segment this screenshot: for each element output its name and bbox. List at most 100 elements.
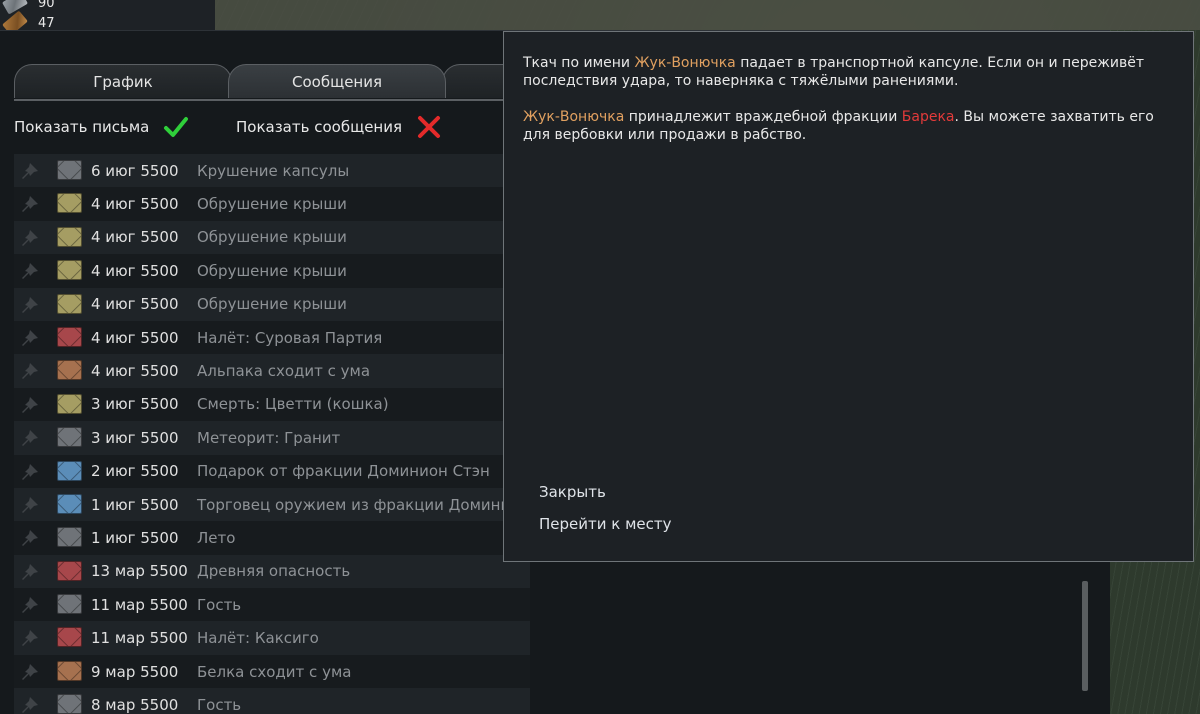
letter-row[interactable]: 1 июг 5500 Лето	[14, 521, 530, 555]
scrollbar[interactable]	[1082, 581, 1088, 691]
pin-icon[interactable]	[18, 328, 40, 348]
show-letters-toggle[interactable]: Показать письма	[14, 114, 189, 140]
tab-divider	[14, 99, 504, 101]
envelope-icon	[57, 527, 82, 548]
letter-text: принадлежит враждебной фракции	[624, 109, 902, 125]
tab-messages[interactable]: Сообщения	[228, 64, 446, 98]
envelope-icon	[57, 660, 82, 681]
letter-title: Обрушение крыши	[197, 228, 347, 247]
pawn-name: Жук-Вонючка	[634, 55, 736, 71]
envelope-icon	[57, 226, 82, 247]
letter-date: 8 мар 5500	[91, 695, 179, 714]
envelope-icon	[57, 393, 82, 414]
envelope-icon	[57, 460, 82, 481]
pin-icon[interactable]	[18, 194, 40, 214]
letter-row[interactable]: 9 мар 5500 Белка сходит с ума	[14, 654, 530, 689]
pin-icon[interactable]	[18, 161, 40, 181]
letter-title: Гость	[197, 595, 242, 614]
show-letters-label: Показать письма	[14, 118, 150, 136]
letter-title: Смерть: Цветти (кошка)	[197, 395, 389, 414]
letter-text: Ткач по имени	[523, 55, 635, 71]
letter-title: Белка сходит с ума	[197, 662, 352, 681]
letter-row[interactable]: 3 июг 5500 Смерть: Цветти (кошка)	[14, 387, 530, 422]
resource-steel[interactable]: 90	[1, 0, 55, 15]
letter-date: 1 июг 5500	[91, 495, 179, 514]
pin-icon[interactable]	[18, 395, 40, 415]
letter-row[interactable]: 4 июг 5500 Обрушение крыши	[14, 287, 530, 321]
pin-icon[interactable]	[18, 261, 40, 281]
jump-to-location-button[interactable]: Перейти к месту	[539, 515, 672, 533]
envelope-icon	[57, 260, 82, 281]
pin-icon[interactable]	[18, 295, 40, 315]
resource-readout: 90 47	[0, 0, 215, 30]
show-messages-toggle[interactable]: Показать сообщения	[236, 114, 442, 140]
envelope-icon	[57, 160, 82, 180]
pin-icon[interactable]	[18, 562, 40, 582]
letter-paragraph-1: Ткач по имени Жук-Вонючка падает в транс…	[523, 54, 1163, 90]
letter-date: 4 июг 5500	[91, 195, 179, 214]
letter-date: 11 мар 5500	[91, 595, 188, 614]
envelope-icon	[57, 326, 82, 347]
letter-row[interactable]: 13 мар 5500 Древняя опасность	[14, 554, 530, 589]
close-button[interactable]: Закрыть	[539, 483, 606, 501]
letter-row[interactable]: 4 июг 5500 Обрушение крыши	[14, 187, 530, 221]
letter-row[interactable]: 11 мар 5500 Налёт: Каксиго	[14, 621, 530, 655]
pin-icon[interactable]	[18, 495, 40, 515]
letter-date: 11 мар 5500	[91, 629, 188, 648]
letter-title: Гость	[197, 695, 242, 714]
letter-date: 4 июг 5500	[91, 362, 179, 381]
envelope-icon	[57, 627, 82, 648]
letter-body: Ткач по имени Жук-Вонючка падает в транс…	[523, 54, 1163, 162]
pin-icon[interactable]	[18, 628, 40, 648]
letter-title: Лето	[197, 528, 236, 547]
letter-row[interactable]: 11 мар 5500 Гость	[14, 588, 530, 622]
envelope-icon	[57, 493, 82, 514]
pin-icon[interactable]	[18, 595, 40, 615]
letter-date: 3 июг 5500	[91, 428, 179, 447]
letter-row[interactable]: 4 июг 5500 Налёт: Суровая Партия	[14, 320, 530, 355]
letter-row[interactable]: 1 июг 5500 Торговец оружием из фракции До…	[14, 487, 530, 522]
resource-wood-count: 47	[38, 15, 55, 31]
letter-row[interactable]: 8 мар 5500 Гость	[14, 688, 530, 714]
envelope-icon	[57, 360, 82, 381]
letter-row[interactable]: 3 июг 5500 Метеорит: Гранит	[14, 421, 530, 455]
tab-graph[interactable]: График	[14, 64, 232, 98]
pin-icon[interactable]	[18, 428, 40, 448]
show-messages-label: Показать сообщения	[236, 118, 403, 136]
envelope-icon	[57, 193, 82, 214]
letter-date: 13 мар 5500	[91, 562, 188, 581]
letter-date: 4 июг 5500	[91, 261, 179, 280]
letter-row[interactable]: 6 июг 5500 Крушение капсулы	[14, 154, 530, 188]
letter-date: 2 июг 5500	[91, 462, 179, 481]
letter-title: Обрушение крыши	[197, 295, 347, 314]
letter-title: Налёт: Суровая Партия	[197, 328, 383, 347]
wood-icon	[2, 10, 28, 30]
checkmark-icon	[164, 117, 189, 137]
letter-title: Древняя опасность	[197, 562, 351, 581]
letter-paragraph-2: Жук-Вонючка принадлежит враждебной фракц…	[523, 108, 1163, 144]
envelope-icon	[57, 594, 82, 615]
letter-row[interactable]: 4 июг 5500 Обрушение крыши	[14, 254, 530, 288]
resource-wood[interactable]: 47	[2, 10, 55, 31]
letter-title: Метеорит: Гранит	[197, 428, 341, 447]
letter-row[interactable]: 2 июг 5500 Подарок от фракции Доминион Ст…	[14, 454, 530, 488]
letter-date: 4 июг 5500	[91, 295, 179, 314]
pin-icon[interactable]	[18, 695, 40, 714]
resource-steel-count: 90	[38, 0, 55, 11]
pin-icon[interactable]	[18, 361, 40, 381]
cross-icon	[418, 116, 441, 138]
letter-date: 9 мар 5500	[91, 662, 179, 681]
letter-row[interactable]: 4 июг 5500 Альпака сходит с ума	[14, 354, 530, 388]
pin-icon[interactable]	[18, 462, 40, 482]
pin-icon[interactable]	[18, 228, 40, 248]
letter-date: 6 июг 5500	[91, 161, 179, 180]
letter-title: Обрушение крыши	[197, 195, 347, 214]
letter-popup: Ткач по имени Жук-Вонючка падает в транс…	[503, 31, 1194, 562]
letter-date: 1 июг 5500	[91, 528, 179, 547]
pin-icon[interactable]	[18, 528, 40, 548]
letter-date: 4 июг 5500	[91, 328, 179, 347]
letter-row[interactable]: 4 июг 5500 Обрушение крыши	[14, 220, 530, 255]
pin-icon[interactable]	[18, 662, 40, 682]
envelope-icon	[57, 694, 82, 714]
letter-title: Крушение капсулы	[197, 161, 350, 180]
